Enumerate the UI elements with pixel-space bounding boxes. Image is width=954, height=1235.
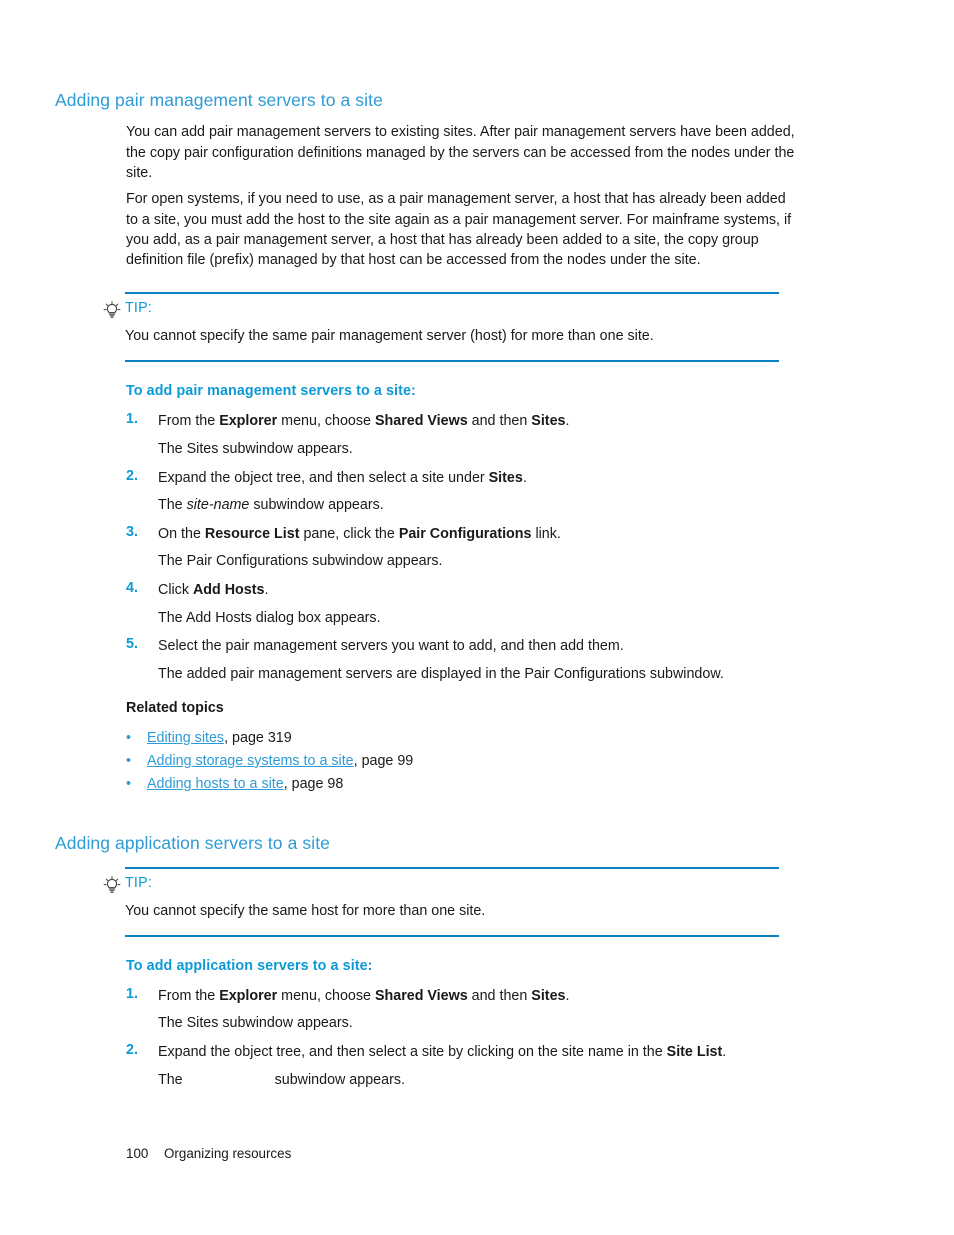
page-title-section-1: Adding pair management servers to a site [55,89,383,110]
document-page: Adding pair management servers to a site… [0,0,954,1235]
text-run: Click [158,582,193,598]
cross-reference-page: , page 319 [224,730,292,746]
cross-reference-page: , page 98 [283,776,344,792]
page-footer: 100 Organizing resources [126,1146,291,1161]
text-run: On the [158,526,205,542]
list-item: • Editing sites, page 319 [126,728,292,748]
footer-page-number: 100 [126,1146,149,1161]
list-item: • Adding storage systems to a site, page… [126,751,413,771]
ui-term: Resource List [204,526,300,542]
step-result: The Sites subwindow appears. [158,439,803,459]
lightbulb-tip-icon [103,876,121,894]
text-run: menu, choose [277,988,375,1004]
step-result: The added pair management servers are di… [158,664,803,684]
bullet-icon: • [126,730,132,746]
text-run: From the [158,413,220,429]
section-1-paragraph-1: You can add pair management servers to e… [126,124,795,181]
section-1-paragraph-2: For open systems, if you need to use, as… [126,191,792,269]
text-run: subwindow appears. [249,497,384,513]
tip-rule-bottom [125,360,779,362]
step-text: Click Add Hosts. [158,580,803,600]
ui-term: Sites [531,988,566,1004]
procedure-title-section-1: To add pair management servers to a site… [126,383,416,399]
text-run: The [158,1072,187,1088]
step-text: Expand the object tree, and then select … [158,468,803,488]
text-run: The Sites subwindow appears. [158,1015,353,1031]
text-run: subwindow appears. [274,1072,405,1088]
step-number: 2. [126,1042,138,1058]
text-run: and then [467,988,532,1004]
ui-term: Explorer [219,988,278,1004]
step-number: 4. [126,580,138,596]
bullet-icon: • [126,753,132,769]
ui-term: Sites [531,413,566,429]
tip-text-section-2: You cannot specify the same host for mor… [125,903,486,919]
step-number: 1. [126,986,138,1002]
step-result: The Pair Configurations subwindow appear… [158,551,803,571]
tip-text-section-1: You cannot specify the same pair managem… [125,328,654,344]
text-run: pane, click the [299,526,399,542]
step-text: From the Explorer menu, choose Shared Vi… [158,411,803,431]
tip-label-section-2: TIP: [125,875,153,891]
text-run: . [565,988,570,1004]
step-number: 3. [126,524,138,540]
step-result: The Sites subwindow appears. [158,1013,803,1033]
text-run: . [264,582,269,598]
page-title-section-2: Adding application servers to a site [55,832,331,853]
bullet-icon: • [126,776,132,792]
related-topics-heading: Related topics [126,700,224,716]
text-run: . [722,1044,727,1060]
ui-term: Explorer [219,413,278,429]
cross-reference-link[interactable]: Editing sites [147,730,224,746]
text-run: menu, choose [277,413,375,429]
footer-chapter-title: Organizing resources [164,1146,292,1161]
cross-reference-link[interactable]: Adding storage systems to a site [147,753,354,769]
tip-rule-top [125,292,779,294]
text-run: . [565,413,570,429]
step-number: 5. [126,636,138,652]
step-text: From the Explorer menu, choose Shared Vi… [158,986,803,1006]
text-run: From the [158,988,220,1004]
text-run: The Add Hosts dialog box appears. [158,610,381,626]
tip-rule-bottom [125,935,779,937]
ui-term: Add Hosts [192,582,265,598]
step-result: The Add Hosts dialog box appears. [158,608,803,628]
step-number: 1. [126,411,138,427]
step-text: Select the pair management servers you w… [158,636,803,656]
ui-term: Shared Views [374,988,468,1004]
step-text: Expand the object tree, and then select … [158,1042,803,1062]
tip-rule-top [125,867,779,869]
text-run: The Sites subwindow appears. [158,441,353,457]
step-text: On the Resource List pane, click the Pai… [158,524,803,544]
tip-label-section-1: TIP: [125,300,153,316]
step-result: The site-name subwindow appears. [158,495,803,515]
ui-term: Pair Configurations [398,526,532,542]
step-result: The subwindow appears. [158,1070,803,1090]
cross-reference-page: , page 99 [353,753,414,769]
list-item: • Adding hosts to a site, page 98 [126,774,343,794]
text-run: and then [467,413,532,429]
text-run: Expand the object tree, and then select … [158,1044,667,1060]
variable-term: site-name [186,497,250,513]
step-number: 2. [126,468,138,484]
cross-reference-link[interactable]: Adding hosts to a site [147,776,284,792]
text-run: Select the pair management servers you w… [158,638,624,654]
lightbulb-tip-icon [103,301,121,319]
text-run: link. [531,526,561,542]
text-run: . [522,470,527,486]
ui-term: Shared Views [374,413,468,429]
text-run: The added pair management servers are di… [158,666,724,682]
text-run: Expand the object tree, and then select … [158,470,489,486]
text-run: The [158,497,187,513]
text-run: The Pair Configurations subwindow appear… [158,553,443,569]
ui-term: Site List [666,1044,723,1060]
ui-term: Sites [488,470,523,486]
procedure-title-section-2: To add application servers to a site: [126,958,373,974]
